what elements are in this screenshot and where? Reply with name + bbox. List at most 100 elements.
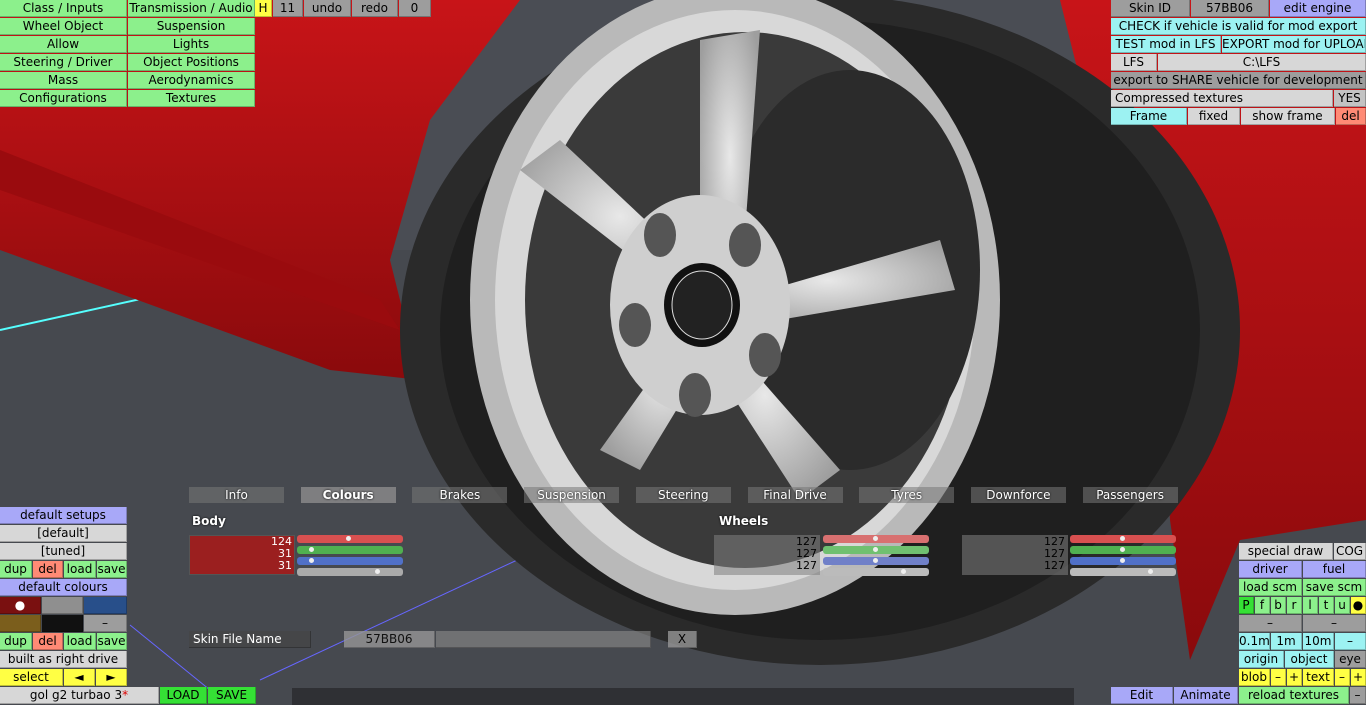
colour-swatch-blue[interactable] <box>84 597 127 614</box>
edit-engine-button[interactable]: edit engine <box>1270 0 1366 17</box>
skin-file-name-value[interactable]: 57BB06 <box>344 631 435 648</box>
dash-button-right[interactable]: – <box>1303 615 1366 632</box>
blob-button[interactable]: blob <box>1239 669 1270 686</box>
save-button[interactable]: SAVE <box>208 687 256 704</box>
check-valid-button[interactable]: CHECK if vehicle is valid for mod export <box>1111 18 1366 35</box>
skin-id-value[interactable]: 57BB06 <box>1191 0 1269 17</box>
object-button[interactable]: object <box>1285 651 1334 668</box>
frame-button[interactable]: Frame <box>1111 108 1187 125</box>
export-share-button[interactable]: export to SHARE vehicle for development <box>1111 72 1366 89</box>
edit-mode-button[interactable]: Edit <box>1111 687 1173 704</box>
slider-knob[interactable] <box>1120 547 1125 552</box>
text-minus-button[interactable]: – <box>1335 669 1350 686</box>
slider-knob[interactable] <box>1148 569 1153 574</box>
skin-file-clear-button[interactable]: X <box>668 631 697 648</box>
fixed-button[interactable]: fixed <box>1188 108 1240 125</box>
reload-textures-button[interactable]: reload textures <box>1239 687 1349 704</box>
menu-item-7[interactable]: Object Positions <box>128 54 255 71</box>
blob-plus-button[interactable]: + <box>1287 669 1302 686</box>
view-letter-1[interactable]: f <box>1255 597 1270 614</box>
show-frame-button[interactable]: show frame <box>1241 108 1335 125</box>
view-letter-4[interactable]: l <box>1303 597 1318 614</box>
undo-button[interactable]: undo <box>304 0 351 17</box>
wheels-r-slider[interactable] <box>823 535 929 543</box>
body-b-slider[interactable] <box>297 557 403 565</box>
menu-item-0[interactable]: Class / Inputs <box>0 0 127 17</box>
dash-button-left[interactable]: – <box>1239 615 1302 632</box>
view-letter-7[interactable]: ● <box>1351 597 1366 614</box>
menu-item-11[interactable]: Textures <box>128 90 255 107</box>
menu-item-3[interactable]: Suspension <box>128 18 255 35</box>
export-mod-button[interactable]: EXPORT mod for UPLOAD <box>1222 36 1366 53</box>
slider-knob[interactable] <box>309 558 314 563</box>
colour-del-button[interactable]: del <box>33 633 63 650</box>
tab-tyres[interactable]: Tyres <box>859 487 955 503</box>
setup-load-button[interactable]: load <box>64 561 96 578</box>
colour-save-button[interactable]: save <box>97 633 127 650</box>
scale-1m-button[interactable]: 1m <box>1271 633 1302 650</box>
third-b-slider[interactable] <box>1070 557 1176 565</box>
third-extra-slider[interactable] <box>1070 568 1176 576</box>
animate-mode-button[interactable]: Animate <box>1174 687 1238 704</box>
compressed-textures-toggle[interactable]: YES <box>1334 90 1366 107</box>
select-next-button[interactable]: ► <box>96 669 127 686</box>
select-button[interactable]: select <box>0 669 63 686</box>
colour-swatch-red[interactable]: ● <box>0 597 41 614</box>
slider-knob[interactable] <box>873 547 878 552</box>
slider-knob[interactable] <box>309 547 314 552</box>
slider-knob[interactable] <box>375 569 380 574</box>
setup-del-button[interactable]: del <box>33 561 63 578</box>
slider-knob[interactable] <box>873 536 878 541</box>
menu-item-10[interactable]: Configurations <box>0 90 127 107</box>
menu-item-4[interactable]: Allow <box>0 36 127 53</box>
tab-brakes[interactable]: Brakes <box>412 487 508 503</box>
cog-button[interactable]: COG <box>1334 543 1366 560</box>
colour-swatch-grey[interactable] <box>42 597 83 614</box>
view-letter-3[interactable]: r <box>1287 597 1302 614</box>
scale-minus-button[interactable]: – <box>1335 633 1366 650</box>
third-r-slider[interactable] <box>1070 535 1176 543</box>
wheels-g-slider[interactable] <box>823 546 929 554</box>
setup-item-tuned[interactable]: [tuned] <box>0 543 127 560</box>
frame-del-button[interactable]: del <box>1336 108 1366 125</box>
slider-knob[interactable] <box>901 569 906 574</box>
body-r-slider[interactable] <box>297 535 403 543</box>
view-letter-5[interactable]: t <box>1319 597 1334 614</box>
save-scm-button[interactable]: save scm <box>1303 579 1366 596</box>
blob-minus-button[interactable]: – <box>1271 669 1286 686</box>
menu-item-9[interactable]: Aerodynamics <box>128 72 255 89</box>
tab-suspension[interactable]: Suspension <box>524 487 620 503</box>
text-button[interactable]: text <box>1303 669 1334 686</box>
colour-swatch-black[interactable] <box>42 615 83 632</box>
view-letter-6[interactable]: u <box>1335 597 1350 614</box>
third-g-slider[interactable] <box>1070 546 1176 554</box>
wheels-b-slider[interactable] <box>823 557 929 565</box>
tab-final-drive[interactable]: Final Drive <box>747 487 843 503</box>
body-g-slider[interactable] <box>297 546 403 554</box>
special-draw-button[interactable]: special draw <box>1239 543 1333 560</box>
setup-dup-button[interactable]: dup <box>0 561 32 578</box>
load-scm-button[interactable]: load scm <box>1239 579 1302 596</box>
colour-swatch-remove[interactable]: – <box>84 615 127 632</box>
tab-downforce[interactable]: Downforce <box>970 487 1066 503</box>
h-button[interactable]: H <box>255 0 272 17</box>
load-button[interactable]: LOAD <box>160 687 207 704</box>
scale-01m-button[interactable]: 0.1m <box>1239 633 1270 650</box>
tab-info[interactable]: Info <box>189 487 284 503</box>
colour-load-button[interactable]: load <box>64 633 96 650</box>
scale-10m-button[interactable]: 10m <box>1303 633 1334 650</box>
tab-steering[interactable]: Steering <box>635 487 731 503</box>
menu-item-8[interactable]: Mass <box>0 72 127 89</box>
skin-file-name-field[interactable] <box>436 631 651 648</box>
colour-dup-button[interactable]: dup <box>0 633 32 650</box>
fuel-button[interactable]: fuel <box>1303 561 1366 578</box>
tab-passengers[interactable]: Passengers <box>1082 487 1178 503</box>
view-letter-2[interactable]: b <box>1271 597 1286 614</box>
wheels-extra-slider[interactable] <box>823 568 929 576</box>
test-mod-button[interactable]: TEST mod in LFS <box>1111 36 1221 53</box>
select-prev-button[interactable]: ◄ <box>64 669 95 686</box>
built-right-drive-toggle[interactable]: built as right drive <box>0 651 127 668</box>
slider-knob[interactable] <box>346 536 351 541</box>
text-plus-button[interactable]: + <box>1351 669 1366 686</box>
menu-item-5[interactable]: Lights <box>128 36 255 53</box>
